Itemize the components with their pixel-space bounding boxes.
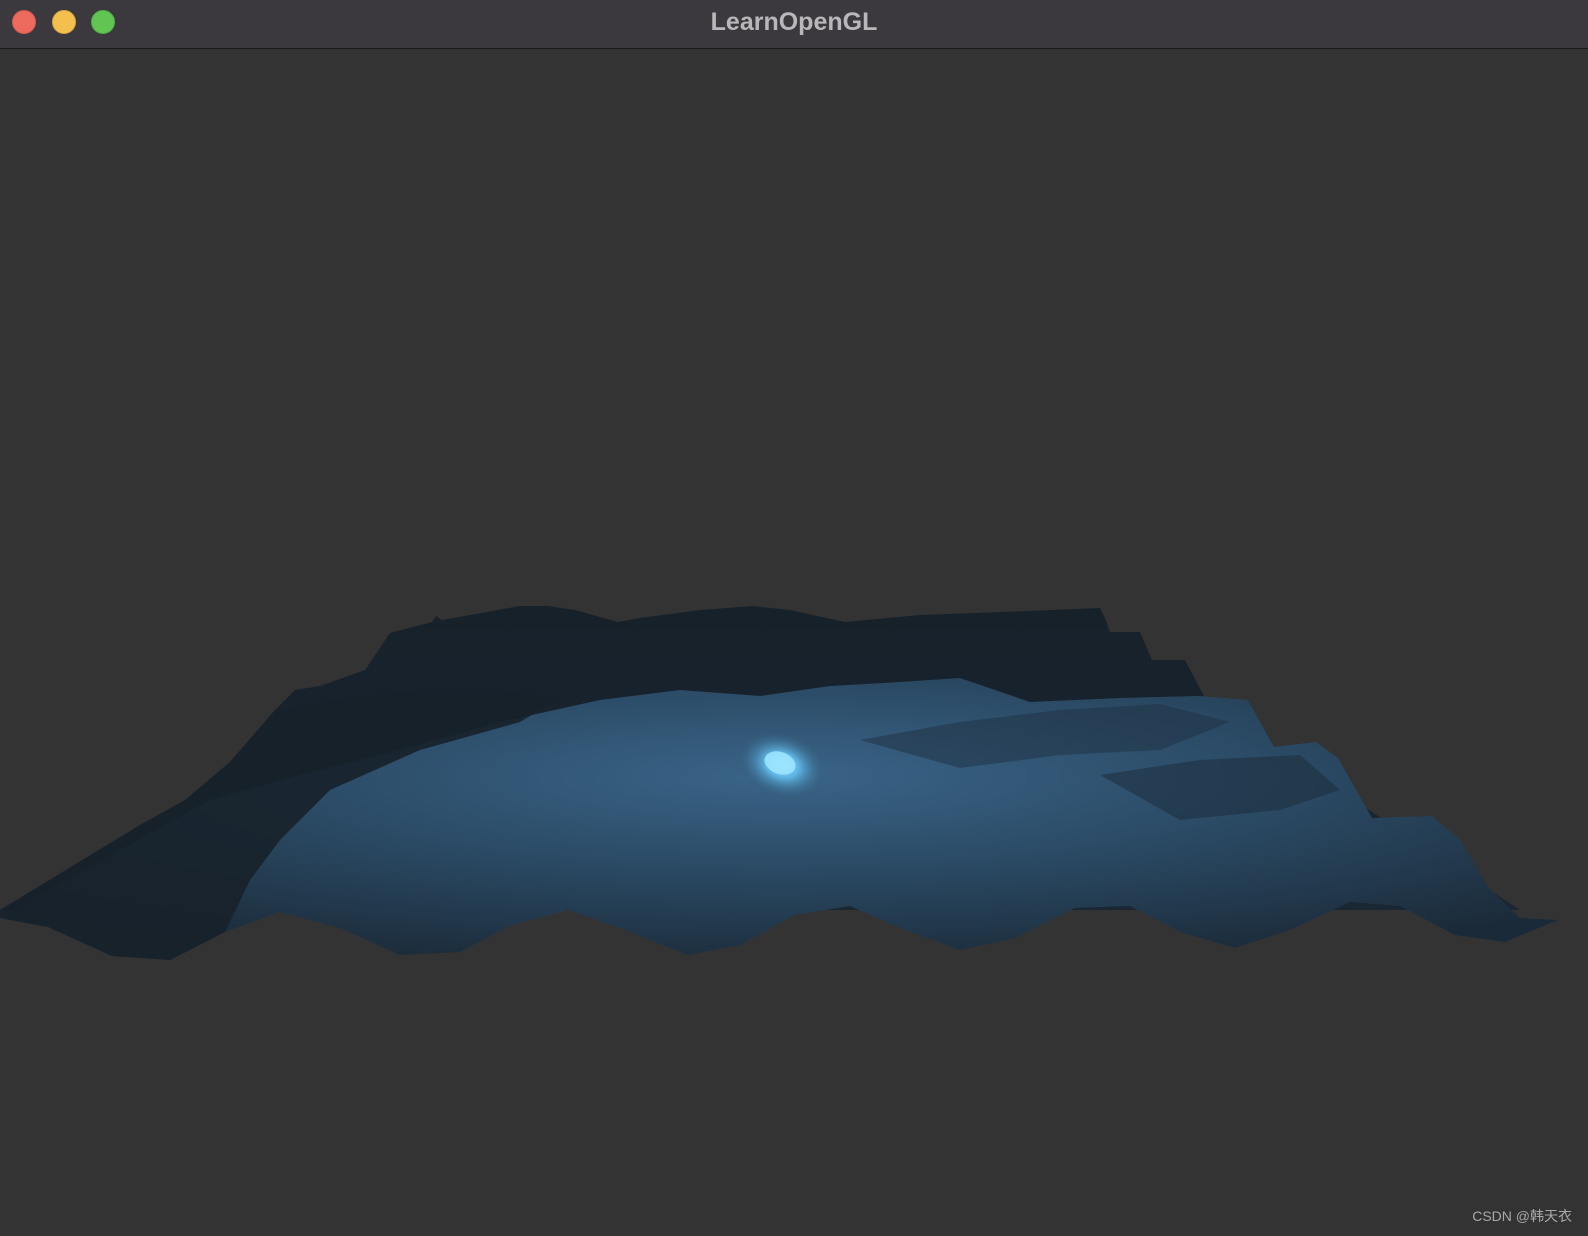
window-title: LearnOpenGL xyxy=(710,8,878,36)
title-bar[interactable]: LearnOpenGL xyxy=(0,0,1588,49)
terrain-render xyxy=(0,606,1558,960)
opengl-viewport[interactable]: CSDN @韩天衣 xyxy=(0,50,1588,1236)
watermark: CSDN @韩天衣 xyxy=(1472,1208,1572,1224)
app-window: LearnOpenGL CSDN @韩天衣 xyxy=(0,0,1588,1236)
